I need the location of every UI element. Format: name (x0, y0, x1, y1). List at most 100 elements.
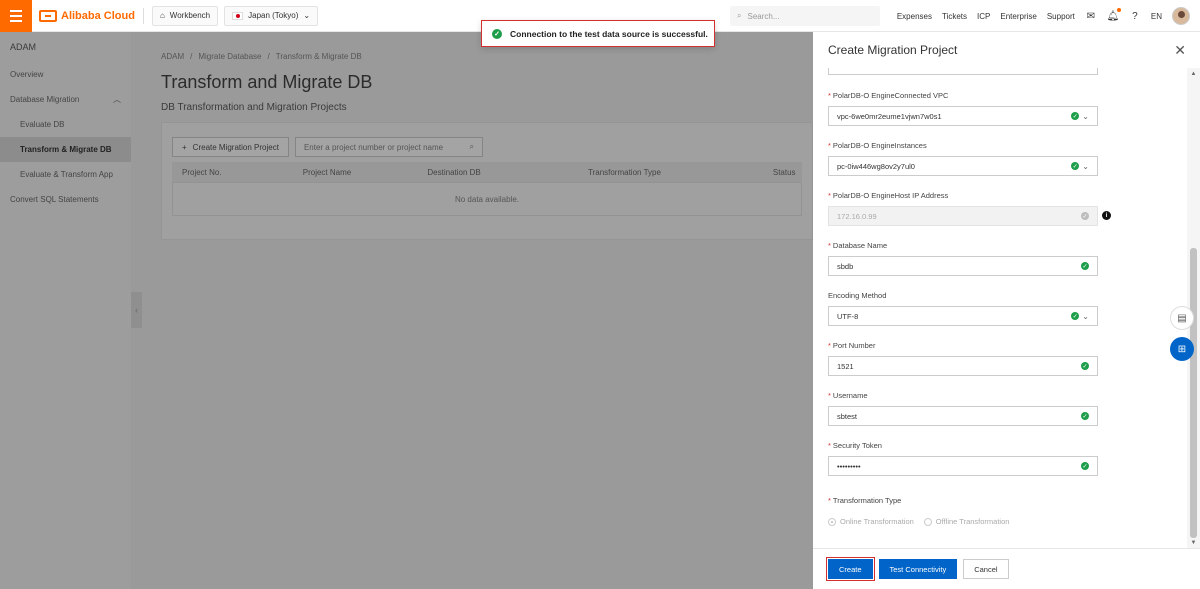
host-ip-wrapper: 172.16.0.99 ✓ i (828, 206, 1113, 226)
sidebar-title: ADAM (10, 42, 37, 52)
drawer-title: Create Migration Project (828, 43, 958, 57)
check-circle-icon: ✓ (1071, 112, 1080, 120)
close-icon[interactable]: ✕ (1174, 42, 1186, 59)
sidebar-item-database-migration[interactable]: Database Migration ︿ (0, 87, 131, 112)
brand-name: Alibaba Cloud (61, 9, 135, 22)
sidebar-item-label: Overview (10, 70, 44, 79)
field-label: * Transformation Type (828, 496, 1113, 505)
workbench-button[interactable]: ⌂ Workbench (151, 5, 219, 26)
apps-grid-icon[interactable]: ⊞ (1170, 337, 1194, 361)
brand-logo[interactable]: Alibaba Cloud (39, 9, 135, 22)
avatar[interactable] (1172, 7, 1190, 25)
test-connectivity-button[interactable]: Test Connectivity (878, 559, 958, 579)
port-input[interactable]: 1521 ✓ (828, 356, 1098, 376)
status-icons: ✓ ⌄ (1071, 162, 1089, 171)
sidebar-item-label: Convert SQL Statements (10, 195, 99, 204)
field-username: * Username sbtest ✓ (828, 391, 1113, 426)
info-icon[interactable]: i (1102, 211, 1111, 220)
scroll-up-arrow-icon[interactable]: ▲ (1187, 68, 1200, 79)
sidebar-item-overview[interactable]: Overview (0, 62, 131, 87)
bell-icon[interactable]: 🔔︎ (1107, 8, 1121, 22)
nav-link-tickets[interactable]: Tickets (942, 12, 967, 21)
field-label-text: PolarDB-O EngineHost IP Address (832, 191, 949, 200)
column-destination-db: Destination DB (427, 167, 481, 177)
create-button[interactable]: Create (826, 557, 875, 581)
sidebar-collapse-handle[interactable]: ‹ (131, 292, 142, 328)
security-token-input[interactable]: ••••••••• ✓ (828, 456, 1098, 476)
breadcrumb-migrate-database[interactable]: Migrate Database (198, 52, 261, 61)
field-label-text: PolarDB-O EngineInstances (832, 141, 927, 150)
status-icons: ✓ ⌄ (1071, 112, 1089, 121)
create-migration-project-drawer: Create Migration Project ✕ * PolarDB-O En… (813, 32, 1200, 589)
nav-link-enterprise[interactable]: Enterprise (1000, 12, 1036, 21)
field-label-text: Port Number (832, 341, 876, 350)
cancel-button[interactable]: Cancel (963, 559, 1009, 579)
radio-online-transformation[interactable]: Online Transformation (828, 517, 914, 526)
chevron-up-icon: ︿ (113, 95, 121, 104)
previous-input-partial[interactable] (828, 68, 1098, 75)
required-marker: * (828, 241, 831, 250)
breadcrumb-adam[interactable]: ADAM (161, 52, 184, 61)
nav-link-support[interactable]: Support (1047, 12, 1075, 21)
field-previous (828, 68, 1113, 75)
check-circle-icon: ✓ (1081, 262, 1089, 270)
radio-offline-transformation[interactable]: Offline Transformation (923, 517, 1009, 526)
check-circle-icon: ✓ (1081, 412, 1089, 420)
required-marker: * (828, 391, 831, 400)
field-label: * PolarDB-O EngineHost IP Address (828, 191, 1113, 200)
drawer-body[interactable]: * PolarDB-O EngineConnected VPC vpc-6we0m… (813, 68, 1187, 548)
field-label-text: Database Name (832, 241, 888, 250)
project-search-input[interactable]: Enter a project number or project name ⌕ (294, 137, 483, 157)
main-content: ADAM / Migrate Database / Transform & Mi… (161, 32, 813, 240)
sidebar-item-evaluate-transform-app[interactable]: Evaluate & Transform App (0, 162, 131, 187)
sidebar-item-convert-sql[interactable]: Convert SQL Statements (0, 187, 131, 212)
chevron-left-icon: ‹ (135, 305, 138, 315)
search-icon: ⌕ (737, 11, 742, 20)
alibaba-cloud-logo-icon (39, 9, 57, 22)
field-label-text: Transformation Type (832, 496, 902, 505)
search-input[interactable]: ⌕ Search... (730, 6, 880, 26)
instance-value: pc-0iw446wg8ov2y7ul0 (837, 161, 915, 171)
check-circle-icon: ✓ (1071, 162, 1080, 170)
column-project-no: Project No. (182, 167, 222, 177)
field-label: * PolarDB-O EngineConnected VPC (828, 91, 1113, 100)
sidebar-item-transform-migrate-db[interactable]: Transform & Migrate DB (0, 137, 131, 162)
language-selector[interactable]: EN (1151, 12, 1162, 21)
scroll-thumb[interactable] (1190, 248, 1197, 538)
encoding-select[interactable]: UTF-8 ✓ ⌄ (828, 306, 1098, 326)
projects-toolbar: + Create Migration Project Enter a proje… (172, 137, 802, 157)
region-selector[interactable]: Japan (Tokyo) ⌄ (224, 5, 319, 26)
database-name-input[interactable]: sbdb ✓ (828, 256, 1098, 276)
workbench-label: Workbench (169, 11, 211, 20)
column-project-name: Project Name (302, 167, 352, 177)
chat-icon[interactable]: ▤ (1170, 306, 1194, 330)
field-encoding: Encoding Method UTF-8 ✓ ⌄ (828, 291, 1113, 326)
check-circle-icon: ✓ (1081, 362, 1089, 370)
host-ip-value: 172.16.0.99 (837, 211, 877, 221)
column-transformation-type: Transformation Type (587, 167, 661, 177)
chevron-down-icon: ⌄ (1082, 161, 1089, 171)
nav-link-icp[interactable]: ICP (977, 12, 990, 21)
username-input[interactable]: sbtest ✓ (828, 406, 1098, 426)
search-icon[interactable]: ⌕ (469, 142, 473, 152)
field-host-ip: * PolarDB-O EngineHost IP Address 172.16.… (828, 191, 1113, 226)
instance-select[interactable]: pc-0iw446wg8ov2y7ul0 ✓ ⌄ (828, 156, 1098, 176)
mail-icon[interactable]: ✉ (1085, 10, 1097, 22)
transformation-type-radios: Online Transformation Offline Transforma… (828, 517, 1113, 526)
required-marker: * (828, 341, 831, 350)
radio-circle (923, 517, 932, 526)
host-ip-input: 172.16.0.99 ✓ (828, 206, 1098, 226)
chevron-down-icon: ⌄ (303, 11, 311, 20)
help-icon[interactable]: ? (1129, 10, 1141, 22)
field-label-text: Security Token (832, 441, 882, 450)
required-marker: * (828, 441, 831, 450)
toast-message: Connection to the test data source is su… (510, 28, 708, 39)
required-marker: * (828, 191, 831, 200)
sidebar-item-evaluate-db[interactable]: Evaluate DB (0, 112, 131, 137)
create-migration-project-button[interactable]: + Create Migration Project (172, 137, 289, 157)
nav-link-expenses[interactable]: Expenses (897, 12, 932, 21)
menu-icon[interactable] (0, 0, 32, 32)
check-circle-icon: ✓ (1081, 212, 1089, 220)
vpc-select[interactable]: vpc-6we0mr2eume1vjwn7w0s1 ✓ ⌄ (828, 106, 1098, 126)
scroll-down-arrow-icon[interactable]: ▼ (1187, 537, 1200, 548)
